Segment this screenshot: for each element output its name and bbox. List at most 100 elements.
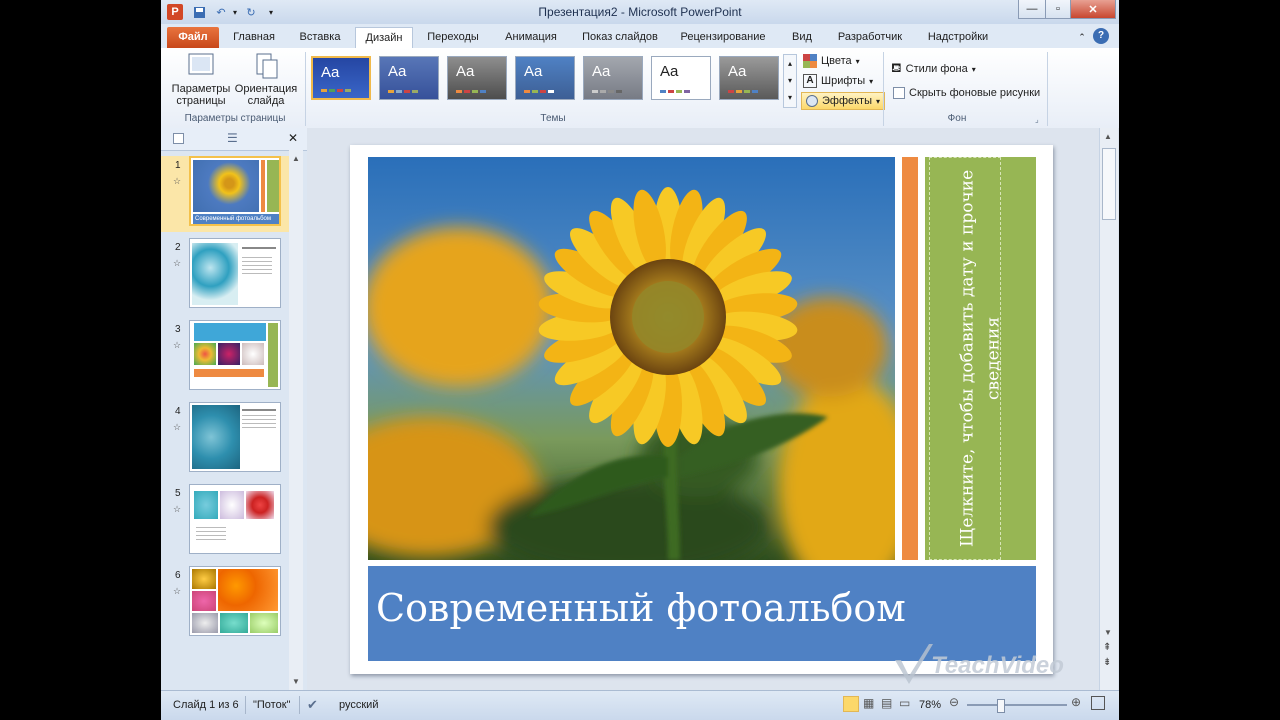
reading-view-icon[interactable]: ▤ [881,696,892,710]
background-styles-button[interactable]: ⛾ Стили фона ▾ [891,60,976,78]
tab-animations[interactable]: Анимация [495,27,567,48]
slideshow-icon[interactable]: ▭ [899,696,910,710]
theme-thumbnail-7[interactable]: Aa [719,56,779,100]
slide-thumbnail-4[interactable]: 4 ☆ [161,402,289,478]
themes-gallery-scroll[interactable]: ▴ ▾ ▾ [783,54,797,108]
minimize-button[interactable]: — [1018,0,1046,19]
scroll-down-icon[interactable]: ▼ [292,677,300,686]
theme-thumbnail-5[interactable]: Aa [583,56,643,100]
thumbnail-caption: Современный фотоальбом [193,214,279,224]
theme-fonts-button[interactable]: A Шрифты ▾ [803,74,873,88]
thumbnail-preview: Современный фотоальбом [189,156,281,226]
page-setup-icon [188,53,214,75]
theme-thumbnail-4[interactable]: Aa [515,56,575,100]
slide-counter: Слайд 1 из 6 [173,699,239,711]
effects-label: Эффекты [822,95,873,107]
animation-star-icon: ☆ [173,258,182,268]
hide-background-checkbox[interactable]: Скрыть фоновые рисунки [893,87,1040,99]
theme-thumbnail-2[interactable]: Aa [379,56,439,100]
close-pane-icon[interactable]: ✕ [288,131,298,145]
accent-orange-strip [902,157,918,560]
ribbon-minimize-icon[interactable]: ⌃ [1075,27,1089,48]
tab-file[interactable]: Файл [167,27,219,48]
slide-orientation-button[interactable]: Ориентация слайда [233,52,299,107]
page-setup-button[interactable]: Параметры страницы [171,52,231,107]
orientation-label: Ориентация слайда [234,83,298,107]
colors-label: Цвета [821,55,852,67]
status-bar: Слайд 1 из 6 "Поток" ✔ русский ▦ ▤ ▭ 78%… [161,690,1119,720]
help-icon[interactable]: ? [1093,28,1109,44]
tab-transitions[interactable]: Переходы [419,27,487,48]
background-group-label: Фон [947,113,967,124]
theme-sample-text: Aa [592,63,611,80]
slide-number: 6 [175,570,181,581]
outline-tab-icon[interactable]: ☰ [227,131,238,145]
dialog-launcher-icon[interactable]: ⌟ [1035,115,1039,124]
slide[interactable]: Щелкните, чтобы добавить дату и прочие с… [350,145,1053,674]
zoom-slider[interactable] [967,699,1067,713]
background-styles-label: Стили фона [905,63,968,75]
zoom-slider-thumb[interactable] [997,699,1005,713]
orientation-icon [256,53,278,79]
ribbon-tabs: Файл Главная Вставка Дизайн Переходы Ани… [161,24,1119,49]
animation-star-icon: ☆ [173,586,182,596]
page-setup-group-label: Параметры страницы [184,113,286,124]
theme-colors-button[interactable]: Цвета ▾ [803,54,860,68]
normal-view-icon[interactable] [843,696,859,712]
spellcheck-icon[interactable]: ✔ [307,697,318,713]
tab-insert[interactable]: Вставка [291,27,349,48]
slide-number: 3 [175,324,181,335]
theme-sample-text: Aa [524,63,543,80]
fonts-label: Шрифты [821,75,866,87]
theme-thumbnail-3[interactable]: Aa [447,56,507,100]
tab-addins[interactable]: Надстройки [919,27,997,48]
next-slide-icon[interactable]: ⇟ [1103,658,1111,668]
slide-thumbnail-6[interactable]: 6 ☆ [161,566,289,642]
slides-pane-scrollbar[interactable]: ▲ ▼ [289,150,303,690]
close-button[interactable]: ✕ [1070,0,1116,19]
zoom-out-icon[interactable]: ⊖ [949,695,959,709]
slide-sorter-icon[interactable]: ▦ [863,696,874,710]
theme-sample-text: Aa [321,64,340,81]
slide-thumbnail-2[interactable]: 2 ☆ [161,238,289,314]
editor-scrollbar[interactable]: ▲ ▼ ⇞ ⇟ [1099,128,1118,690]
tab-review[interactable]: Рецензирование [673,27,773,48]
chevron-down-icon: ▾ [876,96,881,106]
theme-effects-button[interactable]: Эффекты ▾ [801,92,886,110]
scroll-up-icon[interactable]: ▲ [292,154,300,163]
theme-sample-text: Aa [456,63,475,80]
scroll-down-icon[interactable]: ▼ [1104,628,1112,637]
slide-thumbnail-3[interactable]: 3 ☆ [161,320,289,396]
theme-thumbnail-1[interactable]: Aa [311,56,371,100]
previous-slide-icon[interactable]: ⇞ [1103,643,1111,653]
slide-number: 2 [175,242,181,253]
language-indicator[interactable]: русский [339,699,378,711]
date-placeholder-panel[interactable]: Щелкните, чтобы добавить дату и прочие с… [925,157,1036,560]
maximize-button[interactable]: ▫ [1045,0,1071,19]
tab-slideshow[interactable]: Показ слайдов [575,27,665,48]
zoom-level[interactable]: 78% [919,699,941,711]
theme-thumbnail-6[interactable]: Aa [651,56,711,100]
zoom-in-icon[interactable]: ⊕ [1071,695,1081,709]
sunflower-photo[interactable] [368,157,895,560]
tab-design[interactable]: Дизайн [355,27,413,49]
slides-tab-icon[interactable] [173,133,184,144]
slide-thumbnail-1[interactable]: 1 ☆ Современный фотоальбом [161,156,289,232]
ribbon-separator [883,52,884,126]
fonts-icon: A [803,74,817,88]
teachvideo-watermark: TeachVideo [891,640,1091,686]
scroll-thumb[interactable] [1102,148,1116,220]
tab-view[interactable]: Вид [781,27,823,48]
themes-group-label: Темы [540,113,566,124]
slide-thumbnail-5[interactable]: 5 ☆ [161,484,289,560]
scroll-up-icon[interactable]: ▲ [1104,132,1112,141]
page-setup-label: Параметры страницы [171,83,231,107]
slide-title[interactable]: Современный фотоальбом [376,586,906,630]
fit-to-window-icon[interactable] [1091,696,1105,710]
date-placeholder-text[interactable]: Щелкните, чтобы добавить дату и прочие с… [925,157,1036,560]
animation-star-icon: ☆ [173,176,182,186]
theme-sample-text: Aa [388,63,407,80]
tab-developer[interactable]: Разработчик [831,27,909,48]
thumbnail-preview [189,484,281,554]
tab-home[interactable]: Главная [225,27,283,48]
